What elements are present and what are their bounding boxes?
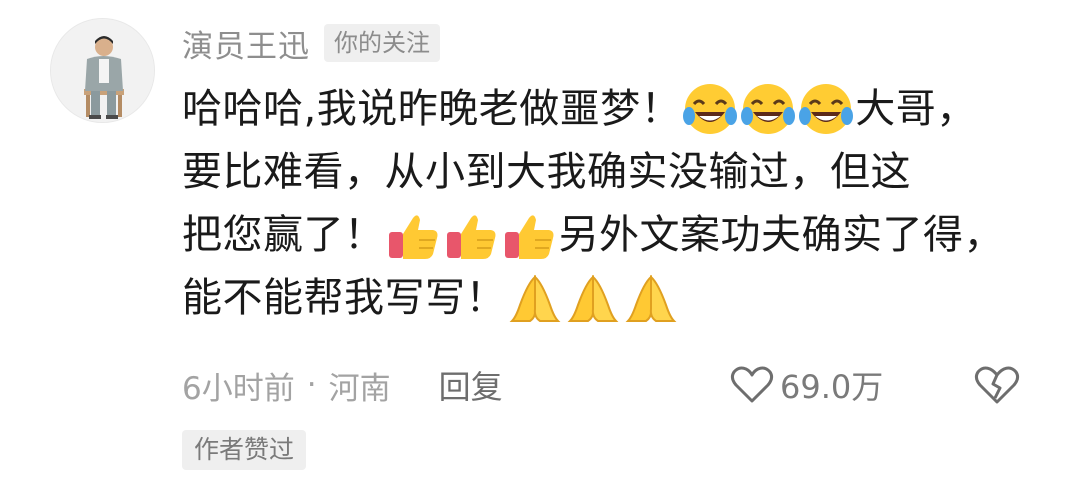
thumbs-up-icon: [385, 206, 443, 264]
comment-line: 把您赢了！ 另外文案功夫确实了得，: [182, 204, 1042, 267]
thumbs-up-emoji-group: [385, 202, 559, 265]
author-name[interactable]: 演员王迅: [182, 21, 310, 66]
laugh-cry-icon: [797, 80, 855, 138]
pray-icon: [622, 269, 680, 327]
broken-heart-icon: [974, 366, 1020, 404]
comment-line: 能不能帮我写写！: [182, 267, 1042, 330]
meta-separator: ·: [306, 367, 317, 403]
comment-line-text: 大哥，: [855, 86, 977, 132]
follow-tag: 你的关注: [324, 24, 440, 62]
heart-outline-icon: [730, 366, 774, 403]
comment-meta: 6小时前 · 河南 回复 69.0万: [182, 360, 1042, 410]
author-liked-badge: 作者赞过: [182, 430, 307, 470]
thumbs-up-icon: [501, 206, 559, 264]
avatar-image: [51, 19, 154, 122]
comment-text: 哈哈哈,我说昨晚老做噩梦！ 大哥， 要比难看，从小到大我确实没输过，但这 把您赢了…: [182, 78, 1042, 330]
pray-icon: [564, 269, 622, 327]
comment-line-text: 能不能帮我写写！: [182, 275, 506, 321]
comment-location: 河南: [328, 370, 391, 407]
laugh-cry-emoji-group: [681, 76, 855, 139]
comment-line: 哈哈哈,我说昨晚老做噩梦！ 大哥，: [182, 78, 1042, 141]
like-count: 69.0万: [780, 368, 884, 406]
comment-line: 要比难看，从小到大我确实没输过，但这: [182, 141, 1042, 204]
reply-button[interactable]: 回复: [439, 362, 503, 408]
like-button[interactable]: 69.0万: [730, 360, 883, 410]
thumbs-up-icon: [443, 206, 501, 264]
comment-line-text: 另外文案功夫确实了得，: [558, 212, 1004, 258]
comment-line-text: 要比难看，从小到大我确实没输过，但这: [182, 149, 911, 195]
comment-time: 6小时前: [182, 370, 295, 407]
comment-line-text: 把您赢了！: [182, 212, 385, 258]
pray-emoji-group: [506, 265, 680, 328]
comment-card: 演员王迅 你的关注 哈哈哈,我说昨晚老做噩梦！ 大哥， 要比难看，从小到大我确实没…: [0, 0, 1080, 487]
comment-header: 演员王迅 你的关注: [182, 21, 440, 66]
comment-line-text: 哈哈哈,我说昨晚老做噩梦！: [182, 86, 682, 132]
dislike-button[interactable]: [974, 364, 1020, 414]
avatar[interactable]: [50, 18, 155, 123]
laugh-cry-icon: [739, 80, 797, 138]
laugh-cry-icon: [681, 80, 739, 138]
pray-icon: [506, 269, 564, 327]
